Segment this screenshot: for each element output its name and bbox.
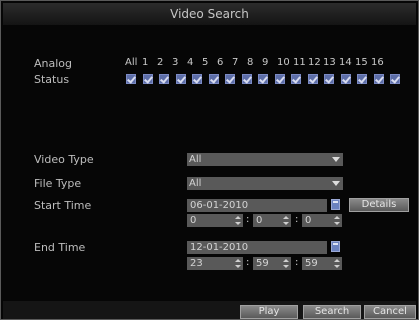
channel-checkbox[interactable] bbox=[258, 74, 268, 84]
channel-number-label: 15 bbox=[355, 57, 368, 68]
channel-number-label: 3 bbox=[172, 57, 179, 68]
file-type-select[interactable]: All bbox=[187, 177, 343, 190]
channel-checkbox[interactable] bbox=[275, 74, 285, 84]
channel-number-label: 11 bbox=[293, 57, 306, 68]
channel-checkbox[interactable] bbox=[192, 74, 202, 84]
video-type-value: All bbox=[189, 154, 202, 165]
time-separator: : bbox=[295, 257, 299, 268]
calendar-icon[interactable] bbox=[331, 241, 340, 252]
channel-checkbox[interactable] bbox=[176, 74, 186, 84]
end-hour-value: 23 bbox=[190, 258, 203, 269]
end-second-value: 59 bbox=[305, 258, 318, 269]
end-second-spinner[interactable]: 59 bbox=[302, 257, 342, 270]
start-second-value: 0 bbox=[305, 215, 312, 226]
channel-checkbox[interactable] bbox=[242, 74, 252, 84]
video-type-label: Video Type bbox=[34, 153, 94, 166]
channel-number-label: 10 bbox=[277, 57, 290, 68]
search-button[interactable]: Search bbox=[303, 305, 361, 319]
channel-checkbox[interactable] bbox=[341, 74, 351, 84]
spinner-arrows-icon[interactable] bbox=[334, 216, 340, 225]
time-separator: : bbox=[246, 214, 250, 225]
window-title: Video Search bbox=[3, 3, 416, 25]
spinner-arrows-icon[interactable] bbox=[235, 216, 241, 225]
channel-checkbox[interactable] bbox=[308, 74, 318, 84]
channel-number-label: 8 bbox=[247, 57, 254, 68]
play-button[interactable]: Play bbox=[240, 305, 298, 319]
start-hour-value: 0 bbox=[190, 215, 197, 226]
end-minute-value: 59 bbox=[256, 258, 269, 269]
channel-number-label: 6 bbox=[217, 57, 224, 68]
channel-checkbox[interactable] bbox=[159, 74, 169, 84]
spinner-arrows-icon[interactable] bbox=[334, 259, 340, 268]
end-hour-spinner[interactable]: 23 bbox=[187, 257, 243, 270]
start-time-label: Start Time bbox=[34, 199, 92, 212]
end-date-field[interactable]: 12-01-2010 bbox=[187, 241, 327, 254]
file-type-label: File Type bbox=[34, 177, 82, 190]
start-minute-spinner[interactable]: 0 bbox=[253, 214, 291, 227]
channel-checkbox[interactable] bbox=[390, 74, 400, 84]
status-label: Status bbox=[34, 73, 70, 86]
time-separator: : bbox=[295, 214, 299, 225]
spinner-arrows-icon[interactable] bbox=[283, 259, 289, 268]
channel-number-label: 13 bbox=[323, 57, 336, 68]
spinner-arrows-icon[interactable] bbox=[235, 259, 241, 268]
start-date-field[interactable]: 06-01-2010 bbox=[187, 199, 327, 212]
end-time-label: End Time bbox=[34, 241, 86, 254]
start-minute-value: 0 bbox=[256, 215, 263, 226]
channel-checkbox[interactable] bbox=[291, 74, 301, 84]
cancel-button[interactable]: Cancel bbox=[364, 305, 416, 319]
channel-number-label: 16 bbox=[371, 57, 384, 68]
channel-checkbox[interactable] bbox=[143, 74, 153, 84]
channel-all-label: All bbox=[125, 57, 138, 68]
file-type-value: All bbox=[189, 178, 202, 189]
details-button[interactable]: Details bbox=[349, 198, 409, 212]
channel-checkbox[interactable] bbox=[357, 74, 367, 84]
calendar-icon[interactable] bbox=[331, 199, 340, 210]
chevron-down-icon bbox=[332, 181, 340, 186]
start-hour-spinner[interactable]: 0 bbox=[187, 214, 243, 227]
channel-checkbox[interactable] bbox=[324, 74, 334, 84]
channel-number-label: 4 bbox=[187, 57, 194, 68]
chevron-down-icon bbox=[332, 157, 340, 162]
channel-checkbox[interactable] bbox=[209, 74, 219, 84]
channel-number-label: 5 bbox=[202, 57, 209, 68]
channel-all-checkbox[interactable] bbox=[126, 74, 136, 84]
spinner-arrows-icon[interactable] bbox=[283, 216, 289, 225]
channel-number-label: 1 bbox=[142, 57, 149, 68]
video-type-select[interactable]: All bbox=[187, 153, 343, 166]
analog-label: Analog bbox=[34, 57, 73, 70]
channel-number-label: 2 bbox=[157, 57, 164, 68]
end-minute-spinner[interactable]: 59 bbox=[253, 257, 291, 270]
video-search-dialog: Video Search Analog Status All 123456789… bbox=[0, 0, 419, 320]
channel-number-label: 12 bbox=[308, 57, 321, 68]
channel-checkbox[interactable] bbox=[374, 74, 384, 84]
channel-number-label: 7 bbox=[232, 57, 239, 68]
channel-number-label: 14 bbox=[339, 57, 352, 68]
time-separator: : bbox=[246, 257, 250, 268]
channel-checkbox[interactable] bbox=[225, 74, 235, 84]
start-second-spinner[interactable]: 0 bbox=[302, 214, 342, 227]
channel-number-label: 9 bbox=[262, 57, 269, 68]
